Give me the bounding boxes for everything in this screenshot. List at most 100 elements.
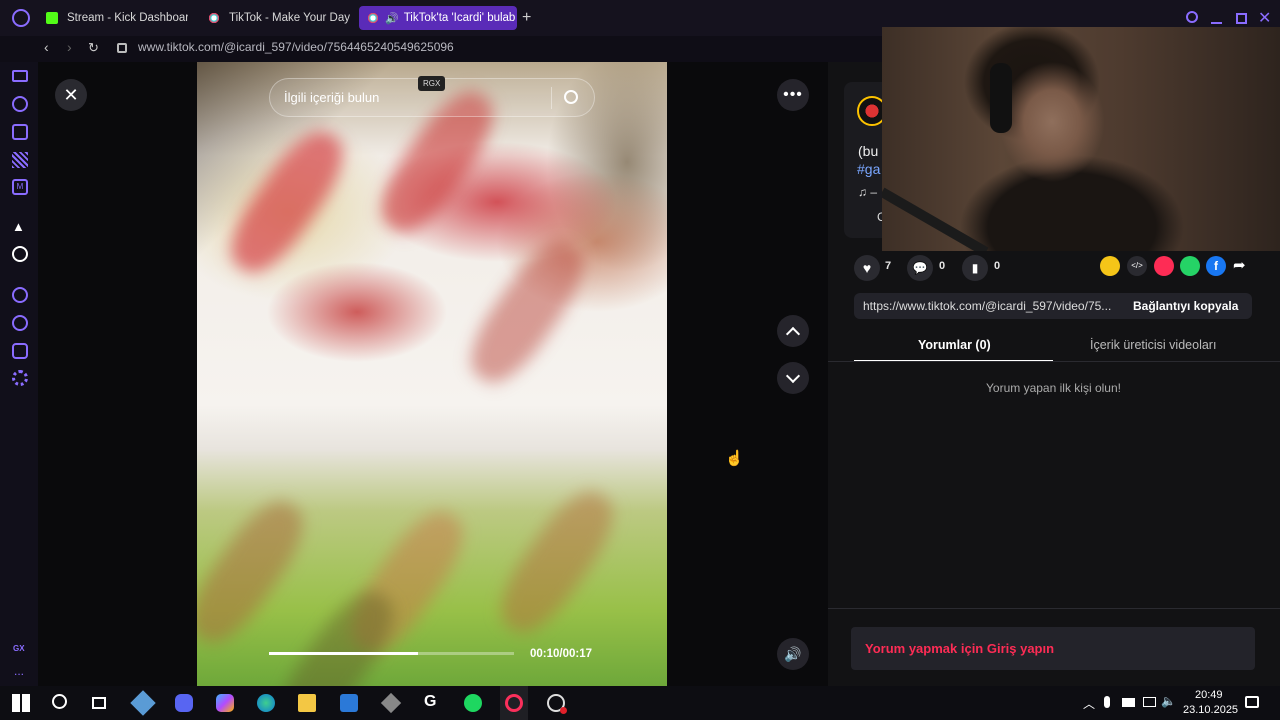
tab-kick-dashboard[interactable]: Stream - Kick Dashboard xyxy=(38,6,188,30)
mail-icon[interactable]: M xyxy=(12,179,28,195)
extension-icon[interactable] xyxy=(12,343,28,359)
like-button[interactable]: ♥ xyxy=(854,255,880,281)
microphone-icon[interactable] xyxy=(1104,696,1110,708)
login-to-comment-box[interactable]: Yorum yapmak için Giriş yapın xyxy=(851,627,1255,670)
windows-taskbar: G ︿ 🔈 20:49 23.10.2025 xyxy=(0,686,1280,720)
clock-date[interactable]: 23.10.2025 xyxy=(1183,704,1238,716)
history-icon[interactable] xyxy=(12,315,28,331)
microphone-arm xyxy=(882,187,989,251)
reload-icon[interactable]: ↻ xyxy=(88,40,99,56)
restore-icon[interactable] xyxy=(1236,13,1247,24)
wallet-icon[interactable] xyxy=(12,152,28,168)
link-box: https://www.tiktok.com/@icardi_597/video… xyxy=(854,293,1252,319)
volume-button[interactable]: 🔊 xyxy=(777,638,809,670)
save-button[interactable]: ▮ xyxy=(962,255,988,281)
facebook-icon[interactable]: f xyxy=(1206,256,1226,276)
app-icon[interactable] xyxy=(130,690,156,716)
settings-icon[interactable] xyxy=(12,370,28,386)
discord-icon[interactable] xyxy=(175,694,193,712)
file-explorer-icon[interactable] xyxy=(298,694,316,712)
close-window-icon[interactable]: ✕ xyxy=(1258,8,1271,28)
share-arrow-icon[interactable]: ➦ xyxy=(1233,256,1246,274)
tab-comments[interactable]: Yorumlar (0) xyxy=(918,338,991,352)
bottom-divider xyxy=(828,608,1280,609)
coin-share-icon[interactable] xyxy=(1100,256,1120,276)
tray-chevron-up-icon[interactable]: ︿ xyxy=(1083,695,1095,712)
copilot-icon[interactable] xyxy=(216,694,234,712)
tab-tiktok-home[interactable]: TikTok - Make Your Day xyxy=(200,6,350,30)
save-count: 0 xyxy=(994,260,1001,272)
speaker-icon[interactable]: 🔊 xyxy=(385,12,399,25)
login-to-comment-link[interactable]: Yorum yapmak için Giriş yapın xyxy=(865,641,1054,656)
empty-comments-text: Yorum yapan ilk kişi olun! xyxy=(986,381,1121,395)
webcam-overlay xyxy=(882,27,1280,251)
windows-start-icon[interactable] xyxy=(12,694,30,712)
volume-icon[interactable]: 🔈 xyxy=(1161,694,1176,708)
edge-icon[interactable] xyxy=(257,694,275,712)
caption-text: (bu xyxy=(858,143,879,159)
tiktok-icon xyxy=(208,12,220,24)
copy-link-button[interactable]: Bağlantıyı kopyala xyxy=(1133,299,1238,313)
chevron-up-icon xyxy=(785,326,801,341)
task-view-icon[interactable] xyxy=(92,697,106,709)
tab-creator-videos[interactable]: İçerik üreticisi videoları xyxy=(1090,338,1216,352)
clock-time[interactable]: 20:49 xyxy=(1195,689,1223,701)
video-player[interactable] xyxy=(197,62,667,686)
rgx-badge: RGX xyxy=(418,76,446,91)
openai-icon[interactable] xyxy=(12,246,28,262)
more-options-button[interactable]: ••• xyxy=(777,79,809,111)
url-field[interactable]: www.tiktok.com/@icardi_597/video/7564465… xyxy=(138,40,454,54)
back-icon[interactable]: ‹ xyxy=(44,39,49,55)
video-time: 00:10/00:17 xyxy=(530,648,593,660)
g-hub-icon[interactable]: G xyxy=(424,693,442,711)
gx-label: GX xyxy=(13,644,25,653)
play-icon[interactable] xyxy=(12,287,28,303)
divider xyxy=(551,87,552,109)
embed-icon[interactable]: </> xyxy=(1127,256,1147,276)
mouse-cursor-icon: ☝ xyxy=(725,450,744,467)
progress-track[interactable] xyxy=(269,652,514,655)
mail-icon[interactable] xyxy=(340,694,358,712)
send-icon[interactable] xyxy=(1154,256,1174,276)
close-video-button[interactable]: ✕ xyxy=(55,79,87,111)
previous-video-button[interactable] xyxy=(777,315,809,347)
next-video-button[interactable] xyxy=(777,362,809,394)
search-icon[interactable] xyxy=(564,90,578,104)
tab-label: Stream - Kick Dashboard xyxy=(67,12,188,24)
volume-icon: 🔊 xyxy=(784,645,802,662)
lock-icon xyxy=(117,43,127,53)
search-icon[interactable] xyxy=(1186,11,1198,23)
video-link[interactable]: https://www.tiktok.com/@icardi_597/video… xyxy=(863,299,1111,313)
minimize-icon[interactable] xyxy=(1211,22,1222,24)
twitch-icon[interactable] xyxy=(12,70,28,82)
refresh-circle-icon[interactable] xyxy=(12,96,28,112)
headphones xyxy=(990,63,1012,133)
tab-tiktok-search[interactable]: 🔊 TikTok'ta 'Icardi' bulab xyxy=(359,6,517,30)
active-app-indicator xyxy=(500,686,528,720)
browser-sidebar: M ▲ GX ... xyxy=(0,62,38,686)
music-link[interactable]: ♫ – xyxy=(858,185,877,199)
spotify-icon[interactable] xyxy=(464,694,482,712)
recording-dot xyxy=(560,707,567,714)
opera-logo-icon[interactable] xyxy=(12,9,30,27)
search-input[interactable]: İlgili içeriği bulun xyxy=(284,90,379,105)
progress-fill xyxy=(269,652,419,655)
store-icon[interactable] xyxy=(12,124,28,140)
forward-icon[interactable]: › xyxy=(67,39,72,55)
chevron-down-icon xyxy=(785,368,801,383)
comment-button[interactable]: 💬 xyxy=(907,255,933,281)
tab-divider xyxy=(828,361,1280,362)
search-icon[interactable] xyxy=(52,694,67,709)
arc-icon[interactable]: ▲ xyxy=(12,219,28,235)
tiktok-icon xyxy=(367,12,379,24)
whatsapp-icon[interactable] xyxy=(1180,256,1200,276)
unity-icon[interactable] xyxy=(380,692,402,714)
new-tab-button[interactable]: + xyxy=(522,9,531,27)
tab-label: TikTok'ta 'Icardi' bulab xyxy=(403,12,516,24)
battery-icon[interactable] xyxy=(1122,698,1135,707)
hashtag-link[interactable]: #ga xyxy=(857,161,880,177)
network-icon[interactable] xyxy=(1143,697,1156,707)
more-icon[interactable]: ... xyxy=(14,664,24,678)
close-icon: ✕ xyxy=(63,84,79,105)
notifications-icon[interactable] xyxy=(1245,696,1259,708)
